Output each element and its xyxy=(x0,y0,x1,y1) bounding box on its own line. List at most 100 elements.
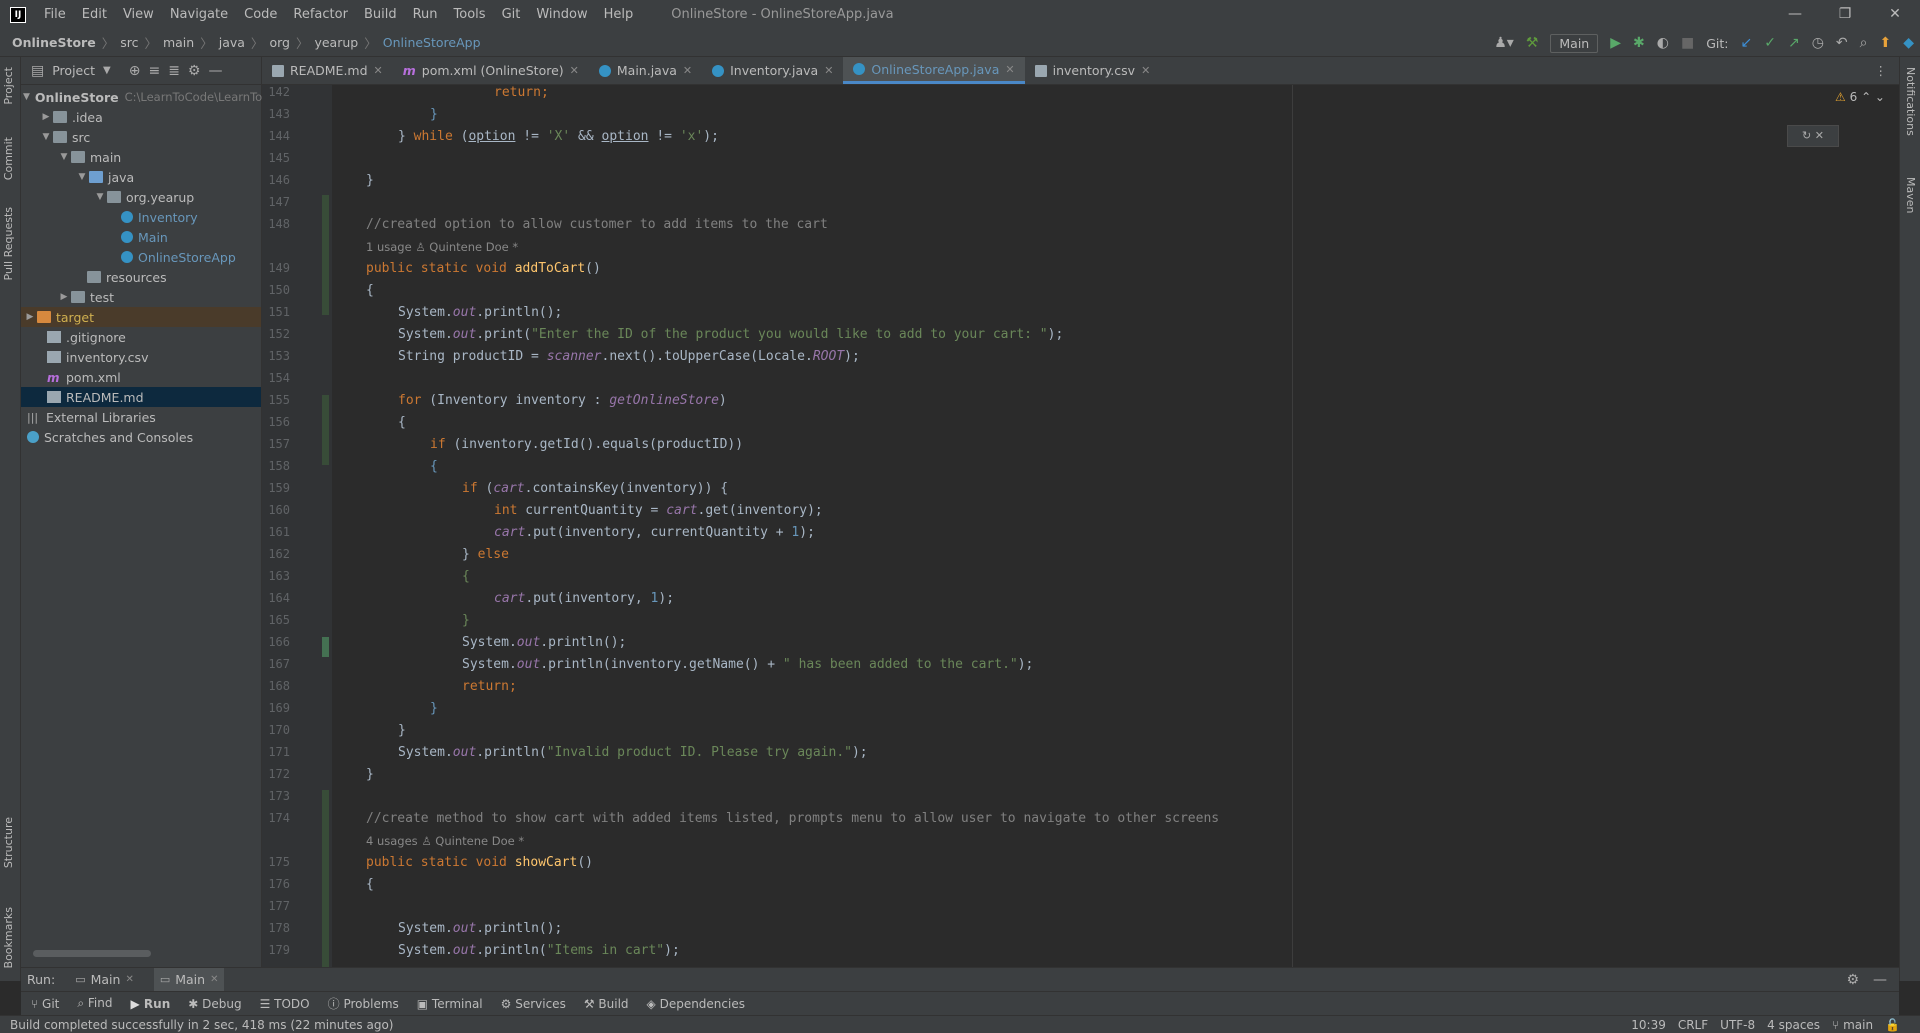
horizontal-scrollbar[interactable] xyxy=(33,950,151,957)
chevron-down-icon[interactable]: ▼ xyxy=(23,92,30,102)
stripe-tab-bookmarks[interactable]: Bookmarks xyxy=(2,907,15,968)
caret-position[interactable]: 10:39 xyxy=(1631,1018,1666,1032)
stripe-tab-pull-requests[interactable]: Pull Requests xyxy=(2,207,15,280)
code-editor[interactable]: ⚠ 6 ⌃ ⌄ ↻ ✕ 142 143 144 145 146 147 148 … xyxy=(262,85,1899,967)
update-icon[interactable]: ⬆ xyxy=(1879,35,1891,51)
git-update-icon[interactable]: ↙ xyxy=(1740,35,1752,51)
menu-window[interactable]: Window xyxy=(528,7,595,22)
restore-button[interactable]: ❐ xyxy=(1820,0,1870,29)
tree-item-onlinestoreapp[interactable]: OnlineStoreApp xyxy=(21,247,261,267)
chevron-down-icon[interactable]: ▼ xyxy=(57,152,71,162)
tree-item-readme[interactable]: README.md xyxy=(21,387,261,407)
tab-inventory-java[interactable]: Inventory.java ✕ xyxy=(702,57,843,84)
tool-terminal-button[interactable]: ▣ Terminal xyxy=(417,997,483,1011)
hide-icon[interactable]: — xyxy=(208,63,222,79)
close-icon[interactable]: ✕ xyxy=(374,64,383,77)
toolbox-icon[interactable]: ◆ xyxy=(1903,35,1914,51)
search-icon[interactable]: ⌕ xyxy=(1860,35,1868,51)
stripe-tab-commit[interactable]: Commit xyxy=(2,137,15,180)
close-icon[interactable]: ✕ xyxy=(570,64,579,77)
menu-help[interactable]: Help xyxy=(596,7,642,22)
locate-icon[interactable]: ⊕ xyxy=(129,63,141,79)
gear-icon[interactable]: ⚙ xyxy=(1846,972,1859,988)
close-icon[interactable]: ✕ xyxy=(824,64,833,77)
tree-item-idea[interactable]: ▶ .idea xyxy=(21,107,261,127)
expand-all-icon[interactable]: ≡ xyxy=(148,63,160,79)
tree-item-resources[interactable]: resources xyxy=(21,267,261,287)
chevron-right-icon[interactable]: ▶ xyxy=(57,292,71,302)
tree-item-scratches[interactable]: Scratches and Consoles xyxy=(21,427,261,447)
chevron-right-icon[interactable]: ▶ xyxy=(23,312,37,322)
run-icon[interactable]: ▶ xyxy=(1610,35,1621,51)
minimize-button[interactable]: — xyxy=(1770,0,1820,29)
tool-dependencies-button[interactable]: ◈ Dependencies xyxy=(647,997,745,1011)
tree-item-gitignore[interactable]: .gitignore xyxy=(21,327,261,347)
chevron-right-icon[interactable]: ▶ xyxy=(39,112,53,122)
breadcrumb-main[interactable]: main xyxy=(163,35,194,50)
close-window-button[interactable]: ✕ xyxy=(1870,0,1920,29)
menu-run[interactable]: Run xyxy=(405,7,446,22)
git-branch[interactable]: ⑂ main xyxy=(1832,1018,1873,1032)
maven-reload-popup[interactable]: ↻ ✕ xyxy=(1787,125,1839,147)
tab-pom[interactable]: m pom.xml (OnlineStore) ✕ xyxy=(393,57,589,84)
tab-inventory-csv[interactable]: inventory.csv ✕ xyxy=(1025,57,1161,84)
code-vision-hint[interactable]: 1 usage ♙ Quintene Doe * xyxy=(366,240,518,254)
tool-git-button[interactable]: ⑂ Git xyxy=(31,997,59,1011)
build-hammer-icon[interactable]: ⚒ xyxy=(1526,35,1539,51)
close-icon[interactable]: ✕ xyxy=(125,974,133,985)
stop-icon[interactable]: ■ xyxy=(1681,35,1694,51)
chevron-down-icon[interactable]: ▼ xyxy=(39,132,53,142)
tree-item-inventory-csv[interactable]: inventory.csv xyxy=(21,347,261,367)
inspection-widget[interactable]: ⚠ 6 ⌃ ⌄ xyxy=(1835,90,1885,104)
tree-item-inventory[interactable]: Inventory xyxy=(21,207,261,227)
breadcrumb-java[interactable]: java xyxy=(219,35,245,50)
hide-icon[interactable]: — xyxy=(1873,972,1887,988)
menu-edit[interactable]: Edit xyxy=(74,7,115,22)
stripe-tab-notifications[interactable]: Notifications xyxy=(1904,67,1917,136)
stripe-tab-structure[interactable]: Structure xyxy=(2,817,15,868)
tab-options-icon[interactable]: ⋮ xyxy=(1875,63,1888,78)
close-icon[interactable]: ✕ xyxy=(1141,64,1150,77)
menu-git[interactable]: Git xyxy=(494,7,529,22)
breadcrumb-yearup[interactable]: yearup xyxy=(314,35,358,50)
tree-item-org-yearup[interactable]: ▼ org.yearup xyxy=(21,187,261,207)
tool-run-button[interactable]: ▶ Run xyxy=(131,997,171,1011)
close-icon[interactable]: ✕ xyxy=(1005,63,1014,76)
git-push-icon[interactable]: ↗ xyxy=(1788,35,1800,51)
menu-navigate[interactable]: Navigate xyxy=(162,7,236,22)
tab-readme[interactable]: README.md ✕ xyxy=(262,57,393,84)
tool-todo-button[interactable]: ☰ TODO xyxy=(260,997,310,1011)
tree-item-java[interactable]: ▼ java xyxy=(21,167,261,187)
tool-find-button[interactable]: ⌕ Find xyxy=(77,996,112,1011)
file-encoding[interactable]: UTF-8 xyxy=(1720,1018,1755,1032)
menu-refactor[interactable]: Refactor xyxy=(285,7,356,22)
breadcrumb-project[interactable]: OnlineStore xyxy=(12,35,96,50)
chevron-down-icon[interactable]: ▼ xyxy=(93,192,107,202)
git-commit-icon[interactable]: ✓ xyxy=(1764,35,1776,51)
tool-services-button[interactable]: ⚙ Services xyxy=(501,997,566,1011)
code-vision-hint[interactable]: 4 usages ♙ Quintene Doe * xyxy=(366,834,524,848)
history-icon[interactable]: ◷ xyxy=(1812,35,1824,51)
tree-item-main[interactable]: ▼ main xyxy=(21,147,261,167)
run-tab-main[interactable]: ▭ Main ✕ xyxy=(69,968,140,992)
coverage-icon[interactable]: ◐ xyxy=(1657,35,1669,51)
tree-item-external-libraries[interactable]: ||| External Libraries xyxy=(21,407,261,427)
rollback-icon[interactable]: ↶ xyxy=(1836,35,1848,51)
status-message[interactable]: Build completed successfully in 2 sec, 4… xyxy=(0,1018,393,1032)
tree-item-target[interactable]: ▶ target xyxy=(21,307,261,327)
breadcrumb-class[interactable]: OnlineStoreApp xyxy=(383,35,481,50)
project-title[interactable]: Project xyxy=(52,63,95,78)
lock-icon[interactable]: 🔓 xyxy=(1885,1018,1900,1032)
breadcrumb-org[interactable]: org xyxy=(269,35,290,50)
menu-file[interactable]: File xyxy=(36,7,74,22)
menu-view[interactable]: View xyxy=(115,7,162,22)
stripe-tab-project[interactable]: Project xyxy=(2,67,15,105)
run-configuration-select[interactable]: Main xyxy=(1550,33,1599,53)
close-icon[interactable]: ✕ xyxy=(210,974,218,985)
tree-item-src[interactable]: ▼ src xyxy=(21,127,261,147)
tool-build-button[interactable]: ⚒ Build xyxy=(584,997,629,1011)
tree-root[interactable]: ▼ OnlineStore C:\LearnToCode\LearnToC xyxy=(21,87,270,107)
debug-icon[interactable]: ✱ xyxy=(1633,35,1645,51)
indent-setting[interactable]: 4 spaces xyxy=(1767,1018,1820,1032)
tool-problems-button[interactable]: ⓘ Problems xyxy=(328,995,399,1012)
